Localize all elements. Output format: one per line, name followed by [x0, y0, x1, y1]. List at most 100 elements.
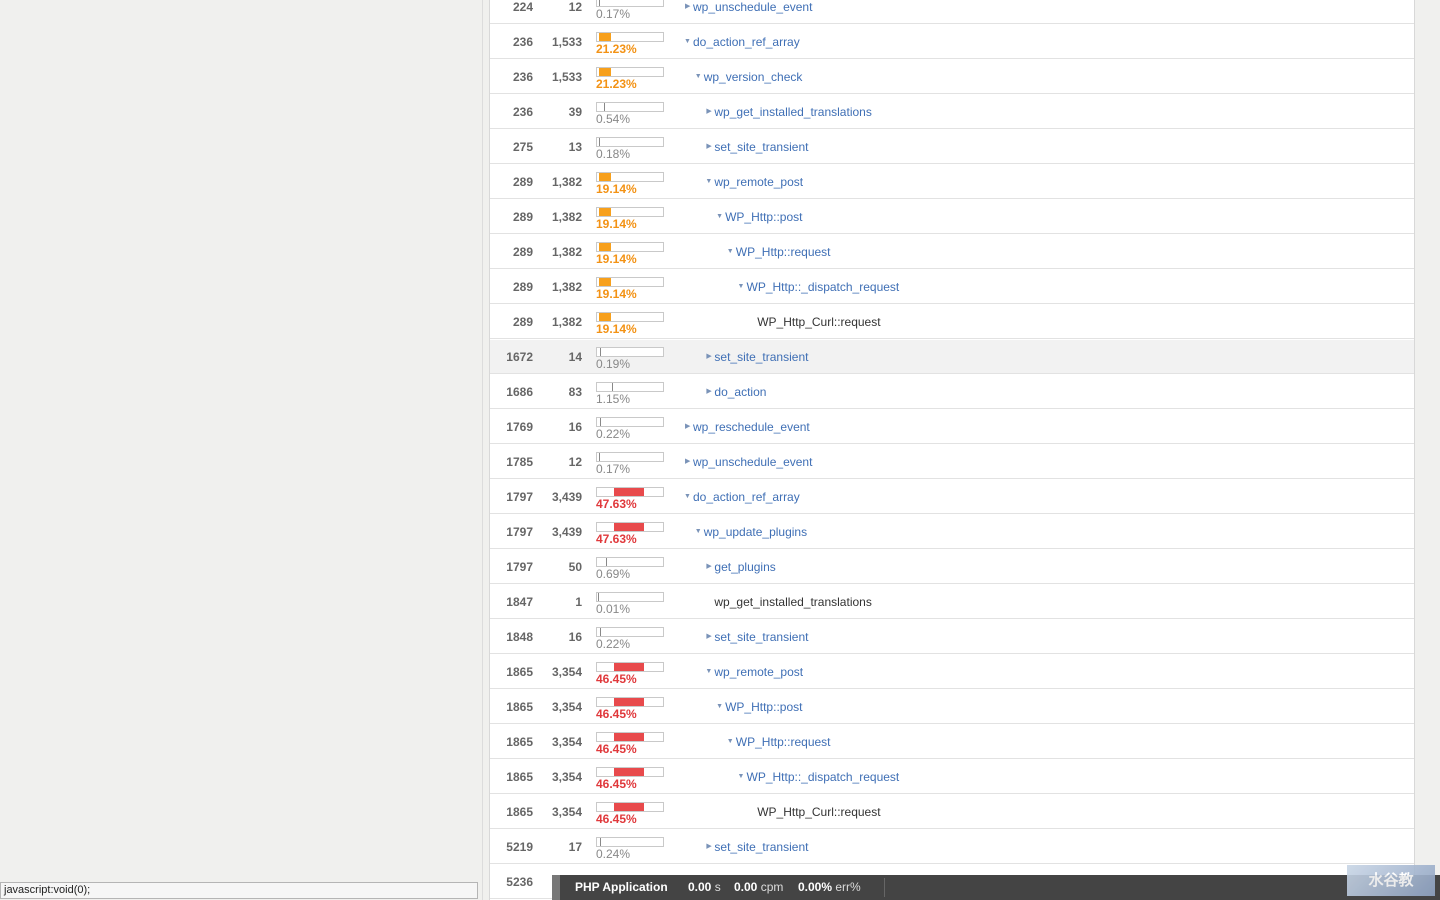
- caret-down-icon[interactable]: ▼: [716, 200, 723, 234]
- trace-row[interactable]: 1785 12 0.17% ▶ wp_unschedule_event: [490, 445, 1414, 479]
- row-function-link[interactable]: wp_remote_post: [714, 655, 803, 689]
- trace-row[interactable]: 236 1,533 21.23% ▼ wp_version_check: [490, 60, 1414, 94]
- row-duration: 3,354: [551, 665, 582, 679]
- row-start-time: 1847: [506, 595, 533, 609]
- caret-right-icon[interactable]: ▶: [706, 550, 711, 584]
- trace-row[interactable]: 1847 1 0.01% wp_get_installed_translations: [490, 585, 1414, 619]
- footer-app-name[interactable]: PHP Application: [575, 875, 668, 900]
- trace-row[interactable]: 1769 16 0.22% ▶ wp_reschedule_event: [490, 410, 1414, 444]
- row-function-link[interactable]: get_plugins: [714, 550, 775, 584]
- row-start-time: 1672: [506, 350, 533, 364]
- row-function-link[interactable]: WP_Http::post: [725, 690, 802, 724]
- caret-down-icon[interactable]: ▼: [727, 725, 734, 759]
- trace-row[interactable]: 1865 3,354 46.45% ▼ WP_Http::request: [490, 725, 1414, 759]
- row-start-time: 275: [512, 140, 533, 154]
- caret-right-icon[interactable]: ▶: [706, 130, 711, 164]
- row-function-link[interactable]: set_site_transient: [714, 620, 808, 654]
- trace-row[interactable]: 236 39 0.54% ▶ wp_get_installed_translations: [490, 95, 1414, 129]
- row-function-link[interactable]: set_site_transient: [714, 130, 808, 164]
- trace-row[interactable]: 224 12 0.17% ▶ wp_unschedule_event: [490, 0, 1414, 24]
- row-percent-label: 21.23%: [596, 42, 637, 56]
- caret-down-icon[interactable]: ▼: [705, 165, 712, 199]
- caret-right-icon[interactable]: ▶: [685, 445, 690, 479]
- row-duration: 1,382: [551, 280, 582, 294]
- row-percent-label: 0.17%: [596, 7, 631, 21]
- trace-row[interactable]: 1865 3,354 46.45% ▼ wp_remote_post: [490, 655, 1414, 689]
- trace-row[interactable]: 1672 14 0.19% ▶ set_site_transient: [490, 340, 1414, 374]
- trace-row[interactable]: 1865 3,354 46.45% WP_Http_Curl::request: [490, 795, 1414, 829]
- trace-row[interactable]: 1797 50 0.69% ▶ get_plugins: [490, 550, 1414, 584]
- trace-row[interactable]: 1848 16 0.22% ▶ set_site_transient: [490, 620, 1414, 654]
- row-function-link[interactable]: wp_reschedule_event: [693, 410, 810, 444]
- trace-row[interactable]: 1797 3,439 47.63% ▼ wp_update_plugins: [490, 515, 1414, 549]
- trace-row[interactable]: 5219 17 0.24% ▶ set_site_transient: [490, 830, 1414, 864]
- caret-right-icon[interactable]: ▶: [685, 0, 690, 24]
- row-percent-label: 19.14%: [596, 287, 637, 301]
- trace-row[interactable]: 275 13 0.18% ▶ set_site_transient: [490, 130, 1414, 164]
- row-duration: 12: [568, 455, 582, 469]
- trace-row[interactable]: 1865 3,354 46.45% ▼ WP_Http::post: [490, 690, 1414, 724]
- row-start-time: 289: [512, 210, 533, 224]
- row-start-time: 1865: [506, 770, 533, 784]
- row-duration: 16: [568, 630, 582, 644]
- caret-down-icon[interactable]: ▼: [738, 270, 745, 304]
- row-function-link[interactable]: wp_version_check: [704, 60, 803, 94]
- row-percent-bar: [596, 277, 664, 287]
- trace-row[interactable]: 289 1,382 19.14% ▼ WP_Http::post: [490, 200, 1414, 234]
- row-function-link[interactable]: WP_Http::_dispatch_request: [747, 760, 900, 794]
- row-function-link[interactable]: wp_unschedule_event: [693, 0, 812, 24]
- footer-divider: [884, 878, 885, 897]
- caret-right-icon[interactable]: ▶: [685, 410, 690, 444]
- row-percent-fill: [614, 698, 644, 706]
- footer-drag-handle[interactable]: [552, 875, 560, 900]
- row-duration: 3,439: [551, 525, 582, 539]
- caret-down-icon[interactable]: ▼: [695, 515, 702, 549]
- row-function-link[interactable]: WP_Http::_dispatch_request: [747, 270, 900, 304]
- row-function-link[interactable]: set_site_transient: [714, 340, 808, 374]
- row-start-time: 1785: [506, 455, 533, 469]
- caret-right-icon[interactable]: ▶: [706, 620, 711, 654]
- row-start-time: 224: [512, 0, 533, 14]
- row-duration: 39: [568, 105, 582, 119]
- caret-down-icon[interactable]: ▼: [738, 760, 745, 794]
- row-function-link[interactable]: WP_Http::post: [725, 200, 802, 234]
- caret-right-icon[interactable]: ▶: [706, 830, 711, 864]
- trace-row[interactable]: 289 1,382 19.14% WP_Http_Curl::request: [490, 305, 1414, 339]
- row-percent-bar: [596, 242, 664, 252]
- row-percent-label: 0.69%: [596, 567, 631, 581]
- row-percent-bar: [596, 172, 664, 182]
- row-percent-label: 0.54%: [596, 112, 631, 126]
- trace-row[interactable]: 1865 3,354 46.45% ▼ WP_Http::_dispatch_reque…: [490, 760, 1414, 794]
- trace-row[interactable]: 289 1,382 19.14% ▼ wp_remote_post: [490, 165, 1414, 199]
- row-function-link[interactable]: wp_unschedule_event: [693, 445, 812, 479]
- trace-row[interactable]: 289 1,38219.14% ▼ WP_Http::_dispatch_reques…: [490, 270, 1414, 304]
- caret-right-icon[interactable]: ▶: [706, 340, 711, 374]
- row-function-link[interactable]: do_action_ref_array: [693, 25, 800, 59]
- row-start-time: 1848: [506, 630, 533, 644]
- trace-row[interactable]: 1797 3,439 47.63% ▼ do_action_ref_array: [490, 480, 1414, 514]
- trace-row[interactable]: 289 1,382 19.14% ▼ WP_Http::request: [490, 235, 1414, 269]
- caret-down-icon[interactable]: ▼: [705, 655, 712, 689]
- row-percent-bar: [596, 382, 664, 392]
- row-function-link[interactable]: WP_Http::request: [736, 725, 831, 759]
- row-start-time: 289: [512, 280, 533, 294]
- row-function-link[interactable]: wp_update_plugins: [704, 515, 807, 549]
- caret-down-icon[interactable]: ▼: [684, 480, 691, 514]
- caret-down-icon[interactable]: ▼: [684, 25, 691, 59]
- row-duration: 17: [568, 840, 582, 854]
- row-function-link[interactable]: wp_get_installed_translations: [714, 95, 871, 129]
- row-function-link[interactable]: wp_remote_post: [714, 165, 803, 199]
- caret-down-icon[interactable]: ▼: [716, 690, 723, 724]
- row-function-link[interactable]: do_action: [714, 375, 766, 409]
- row-function-link[interactable]: WP_Http::request: [736, 235, 831, 269]
- trace-row[interactable]: 236 1,533 21.23% ▼ do_action_ref_array: [490, 25, 1414, 59]
- row-function-link[interactable]: do_action_ref_array: [693, 480, 800, 514]
- row-function-link[interactable]: set_site_transient: [714, 830, 808, 864]
- caret-down-icon[interactable]: ▼: [727, 235, 734, 269]
- row-percent-label: 46.45%: [596, 707, 637, 721]
- caret-right-icon[interactable]: ▶: [706, 375, 711, 409]
- caret-right-icon[interactable]: ▶: [706, 95, 711, 129]
- row-duration: 1,382: [551, 315, 582, 329]
- caret-down-icon[interactable]: ▼: [695, 60, 702, 94]
- trace-row[interactable]: 1686 83 1.15% ▶ do_action: [490, 375, 1414, 409]
